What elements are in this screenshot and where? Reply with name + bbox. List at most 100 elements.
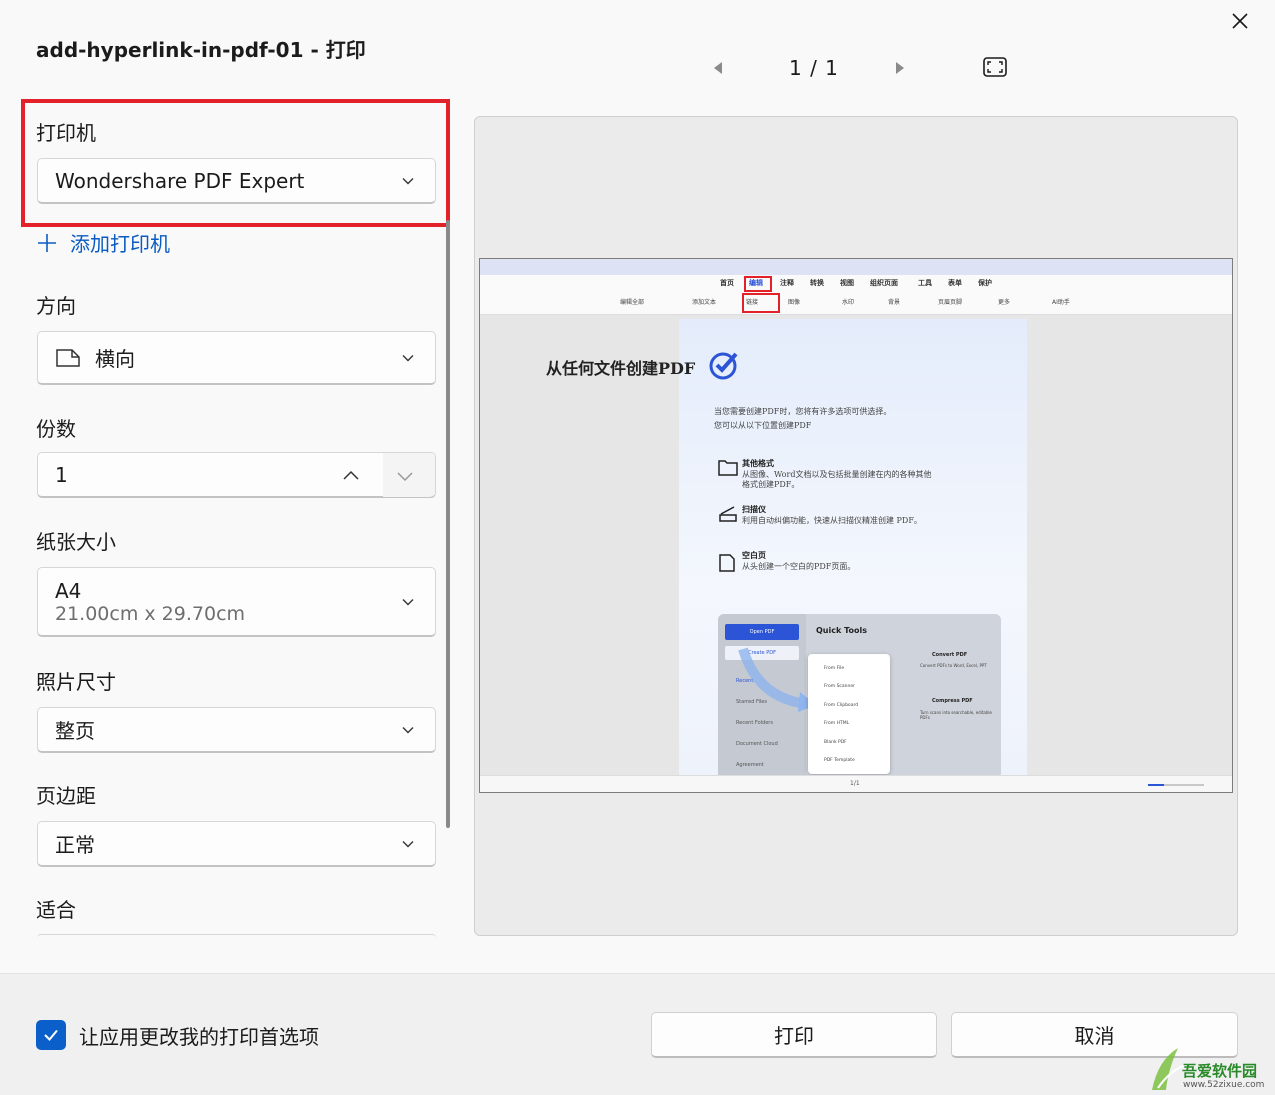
preview-tool: 背景 [888,299,901,306]
orientation-select[interactable]: 横向 [37,331,436,385]
chevron-down-icon [402,177,414,184]
preview-tool: 编辑全部 [620,299,645,306]
preview-popup-item: PDF Template [824,758,855,763]
preview-create-popup: From File From Scanner From Clipboard Fr… [808,654,890,774]
close-button[interactable] [1220,6,1260,36]
dialog-title: add-hyperlink-in-pdf-01 - 打印 [36,38,366,62]
preview-item-title: 其他格式 [742,458,774,468]
orientation-value: 横向 [95,347,135,371]
preview-tool-highlight [742,293,780,313]
preferences-checkbox[interactable] [36,1020,66,1050]
preview-side-link: Document Cloud [736,741,778,747]
preview-item-desc: 利用自动纠偏功能，快速从扫描仪精准创建 PDF。 [742,516,922,525]
preview-intro-line: 当您需要创建PDF时，您将有许多选项可供选择。 [714,407,892,416]
orientation-label: 方向 [36,294,76,318]
preview-zoom-fill [1148,784,1164,786]
copies-stepper[interactable]: 1 [37,452,436,498]
landscape-page-icon [56,348,80,367]
preview-tool: AI助手 [1052,299,1070,306]
preview-menu-item: 工具 [918,279,932,287]
chevron-down-icon [397,472,413,482]
paper-size-detail: 21.00cm x 29.70cm [55,602,246,625]
chevron-down-icon [402,354,414,361]
preview-menu-item: 表单 [948,279,962,287]
preview-heading: 从任何文件创建PDF [546,359,696,378]
chevron-up-icon[interactable] [342,469,360,483]
next-page-icon[interactable] [890,58,910,78]
arrow-icon [738,647,816,712]
preview-menu-item: 组织页面 [870,279,898,287]
copies-value: 1 [55,462,68,487]
folder-icon [718,460,738,476]
preview-tool: 页眉页脚 [938,299,963,306]
scanner-icon [719,506,737,522]
printer-select[interactable]: Wondershare PDF Expert [37,158,436,204]
paper-size-label: 纸张大小 [36,530,116,554]
previous-page-icon[interactable] [708,58,728,78]
check-circle-icon [709,352,738,380]
paper-size-select[interactable]: A4 21.00cm x 29.70cm [37,567,436,637]
preview-tabbar [480,259,1232,275]
blank-page-icon [719,554,735,572]
preferences-checkbox-label: 让应用更改我的打印首选项 [79,1025,319,1049]
watermark-url: www.52zixue.com [1183,1080,1265,1090]
settings-scrollbar[interactable] [446,220,450,828]
preview-app-card: Open PDF Create PDF Recent Starred Files… [718,614,1001,779]
photo-size-select[interactable]: 整页 [37,707,436,753]
preview-right-desc: Turn scans into searchable, editable PDF… [920,710,992,720]
preview-menu-item: 保护 [978,279,992,287]
watermark-name: 吾爱软件园 [1182,1062,1258,1080]
fit-label: 适合 [36,898,76,922]
preview-tool: 添加文本 [692,299,717,306]
preview-page: 首页 编辑 注释 转换 视图 组织页面 工具 表单 保护 编辑全部 添加文本 链… [479,258,1233,793]
preview-menu-highlight [744,276,772,292]
fit-select-partial[interactable] [37,934,436,938]
preview-toolbar [480,275,1232,315]
checkmark-icon [44,1029,58,1041]
preview-menu-item: 首页 [720,279,734,287]
fit-to-window-icon[interactable] [982,55,1008,79]
margins-value: 正常 [55,833,95,857]
preview-tool: 图像 [788,299,801,306]
margins-label: 页边距 [36,784,96,808]
paper-size-value: A4 [55,578,82,603]
preview-quick-tools: Quick Tools [816,626,867,635]
preview-side-link: Recent Folders [736,720,773,726]
add-printer-link[interactable]: 添加打印机 [36,228,170,257]
print-button[interactable]: 打印 [651,1012,937,1058]
margins-select[interactable]: 正常 [37,821,436,867]
preview-tool: 水印 [842,299,855,306]
preview-popup-item: From HTML [824,721,850,726]
print-dialog: add-hyperlink-in-pdf-01 - 打印 打印机 Wonders… [0,0,1275,1095]
photo-size-value: 整页 [55,719,95,743]
preview-intro-line: 您可以从以下位置创建PDF [714,421,812,430]
preview-right-tool: Compress PDF [932,698,973,704]
preview-popup-item: Blank PDF [824,740,847,745]
chevron-down-icon [402,726,414,733]
preview-popup-item: From File [824,666,845,671]
preview-right-desc: Convert PDFs to Word, Excel, PPT [920,663,987,668]
decrement-area[interactable] [383,453,435,497]
preview-open-pdf: Open PDF [725,624,799,640]
preview-item-desc: 格式创建PDF。 [742,480,800,489]
preview-side-link: Agreement [736,762,764,768]
plus-icon [38,233,56,252]
preview-menu-item: 视图 [840,279,854,287]
preview-menu-item: 转换 [810,279,824,287]
copies-label: 份数 [36,417,76,441]
preview-status-page: 1/1 [850,780,860,787]
chevron-down-icon [402,598,414,605]
printer-value: Wondershare PDF Expert [55,168,305,193]
preview-item-title: 扫描仪 [742,504,766,514]
preview-popup-item: From Clipboard [824,703,859,708]
preview-menu-item: 注释 [780,279,794,287]
page-indicator: 1 / 1 [789,56,839,80]
preview-item-desc: 从头创建一个空白的PDF页面。 [742,562,856,571]
preview-popup-item: From Scanner [824,684,855,689]
preview-tool: 更多 [998,299,1011,306]
photo-size-label: 照片尺寸 [36,670,116,694]
chevron-down-icon [402,840,414,847]
preview-statusbar: 1/1 [480,775,1232,792]
printer-label: 打印机 [36,121,96,145]
preview-item-title: 空白页 [742,550,766,560]
